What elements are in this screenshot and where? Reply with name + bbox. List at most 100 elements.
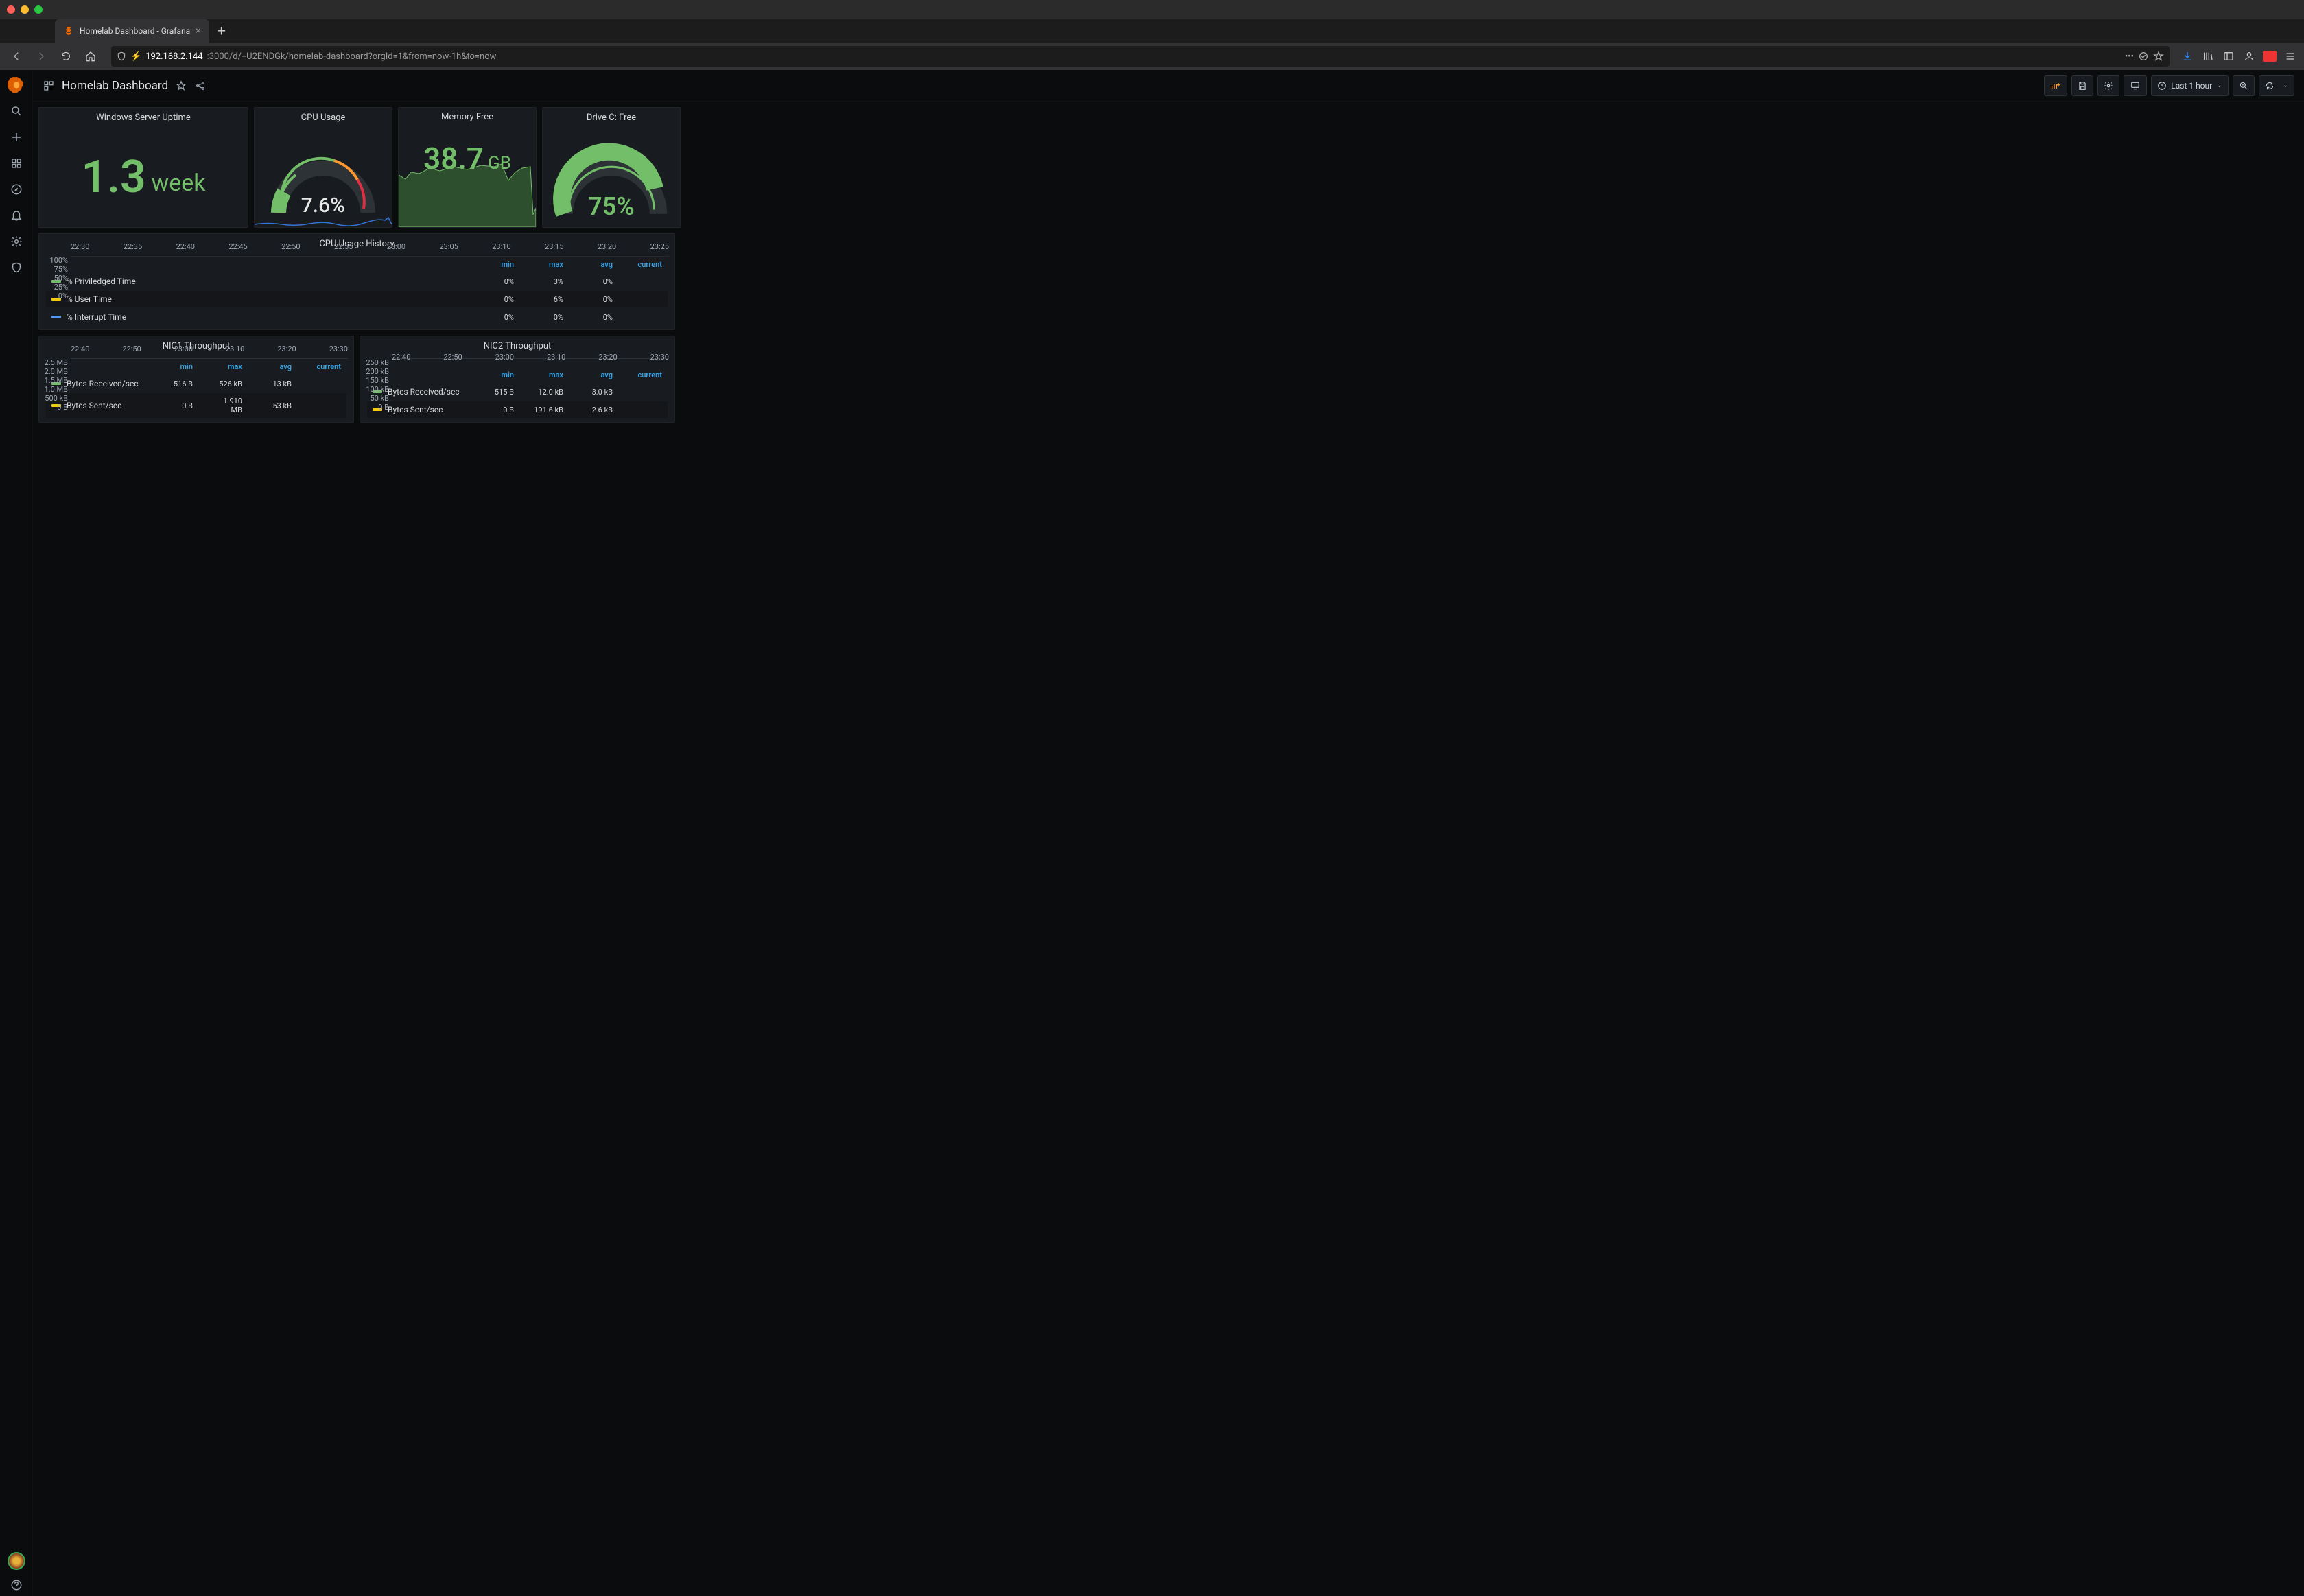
memory-value: 38.7 — [423, 141, 484, 176]
browser-tab[interactable]: Homelab Dashboard - Grafana × — [55, 19, 209, 43]
legend-row[interactable]: Bytes Received/sec515 B12.0 kB3.0 kB — [367, 384, 668, 400]
window-zoom-button[interactable] — [34, 5, 43, 14]
browser-toolbar: ⚡ 192.168.2.144 :3000/d/--U2ENDGk/homelab… — [0, 43, 2304, 70]
series-name: % Priviledged Time — [67, 277, 465, 286]
x-axis: 22:4022:5023:0023:1023:2023:30 — [71, 344, 348, 355]
dashboard-title[interactable]: Homelab Dashboard — [62, 79, 168, 93]
series-name: Bytes Received/sec — [388, 387, 465, 397]
grafana-app: Homelab Dashboard Last 1 hour⌄ ⌄ — [0, 70, 2304, 1596]
tab-close-icon[interactable]: × — [196, 25, 200, 36]
explore-icon[interactable] — [5, 178, 27, 200]
main-content: Homelab Dashboard Last 1 hour⌄ ⌄ — [33, 70, 2304, 1596]
cpu-sparkline — [255, 212, 392, 227]
dashboards-icon[interactable] — [5, 152, 27, 174]
legend-row[interactable]: Bytes Received/sec516 B526 kB13 kB — [46, 375, 346, 392]
share-icon[interactable] — [194, 80, 207, 92]
reload-button[interactable] — [56, 47, 75, 66]
y-axis: 100%75%50%25%0% — [40, 253, 71, 256]
account-icon[interactable] — [2242, 49, 2256, 63]
create-icon[interactable] — [5, 126, 27, 148]
series-name: % Interrupt Time — [67, 312, 465, 322]
window-minimize-button[interactable] — [21, 5, 29, 14]
settings-button[interactable] — [2097, 75, 2119, 96]
address-bar[interactable]: ⚡ 192.168.2.144 :3000/d/--U2ENDGk/homelab… — [111, 46, 2170, 67]
panel-cpu-gauge[interactable]: CPU Usage 7.6% — [254, 107, 392, 228]
star-icon[interactable] — [175, 80, 187, 92]
url-path: :3000/d/--U2ENDGk/homelab-dashboard?orgI… — [207, 51, 497, 62]
drive-value: 75% — [588, 192, 635, 221]
plot-area[interactable] — [71, 256, 669, 257]
refresh-button[interactable]: ⌄ — [2259, 75, 2294, 96]
library-icon[interactable] — [2201, 49, 2215, 63]
add-panel-button[interactable] — [2044, 75, 2067, 96]
home-button[interactable] — [81, 47, 100, 66]
new-tab-button[interactable]: + — [218, 23, 226, 40]
uptime-unit: week — [152, 169, 206, 197]
legend-table: minmaxavgcurrent Bytes Received/sec516 B… — [39, 355, 353, 422]
time-range-label: Last 1 hour — [2171, 81, 2212, 91]
panel-title: CPU Usage — [255, 108, 392, 127]
browser-window: Homelab Dashboard - Grafana × + ⚡ 192.16… — [0, 0, 2304, 1596]
toolbar-right — [2180, 49, 2297, 63]
legend-row[interactable]: % User Time0%6%0% — [46, 291, 668, 307]
dashboards-breadcrumb-icon[interactable] — [43, 80, 55, 92]
tv-mode-button[interactable] — [2124, 75, 2147, 96]
series-name: Bytes Received/sec — [67, 379, 143, 388]
alerting-icon[interactable] — [5, 204, 27, 226]
window-close-button[interactable] — [7, 5, 15, 14]
panel-title: Windows Server Uptime — [39, 108, 248, 127]
series-name: % User Time — [67, 294, 465, 304]
url-host: 192.168.2.144 — [145, 51, 202, 62]
extension-badge[interactable] — [2263, 51, 2277, 62]
site-identity-icon[interactable]: ⚡ — [130, 51, 141, 62]
downloads-icon[interactable] — [2180, 49, 2194, 63]
help-icon[interactable] — [5, 1574, 27, 1596]
panel-title: Memory Free — [399, 108, 536, 126]
tab-strip: Homelab Dashboard - Grafana × + — [0, 19, 2304, 43]
grafana-logo-icon[interactable] — [5, 74, 27, 96]
panel-nic2[interactable]: NIC2 Throughput 250 kB200 kB150 kB100 kB… — [360, 336, 675, 423]
grafana-favicon-icon — [63, 25, 74, 36]
x-axis: 22:4022:5023:0023:1023:2023:30 — [392, 353, 669, 364]
back-button[interactable] — [7, 47, 26, 66]
panel-drive-gauge[interactable]: Drive C: Free 75% — [542, 107, 681, 228]
legend-row[interactable]: Bytes Sent/sec0 B1.910 MB53 kB — [46, 393, 346, 418]
uptime-value: 1.3 — [81, 151, 145, 204]
meatball-icon[interactable]: ••• — [2125, 51, 2134, 62]
dashboard-grid: Windows Server Uptime 1.3 week CPU Usage — [33, 102, 2304, 428]
reader-icon[interactable] — [2138, 51, 2149, 62]
panel-memory[interactable]: Memory Free 38.7GB — [398, 107, 537, 228]
time-picker-button[interactable]: Last 1 hour⌄ — [2151, 75, 2228, 96]
y-axis: 2.5 MB2.0 MB1.5 MB1.0 MB500 kB0 B — [40, 355, 71, 358]
window-titlebar — [0, 0, 2304, 19]
panel-cpu-history[interactable]: CPU Usage History 100%75%50%25%0% 22:302… — [38, 233, 675, 330]
legend-table: minmaxavgcurrent % Priviledged Time0%3%0… — [39, 253, 674, 329]
panel-nic1[interactable]: NIC1 Throughput 2.5 MB2.0 MB1.5 MB1.0 MB… — [38, 336, 354, 423]
y-axis: 250 kB200 kB150 kB100 kB50 kB0 B — [362, 355, 392, 358]
memory-unit: GB — [488, 153, 511, 174]
series-name: Bytes Sent/sec — [67, 401, 143, 410]
server-admin-icon[interactable] — [5, 257, 27, 279]
side-nav — [0, 70, 33, 1596]
series-name: Bytes Sent/sec — [388, 405, 465, 414]
bookmark-star-icon[interactable] — [2153, 51, 2164, 62]
panel-uptime[interactable]: Windows Server Uptime 1.3 week — [38, 107, 248, 228]
sidebar-icon[interactable] — [2222, 49, 2235, 63]
panel-title: Drive C: Free — [543, 108, 680, 127]
menu-icon[interactable] — [2283, 49, 2297, 63]
search-icon[interactable] — [5, 100, 27, 122]
x-axis: 22:3022:3522:4022:4522:5022:5523:0023:05… — [71, 242, 669, 253]
plot-area[interactable] — [71, 358, 348, 359]
legend-row[interactable]: % Priviledged Time0%3%0% — [46, 273, 668, 290]
forward-button[interactable] — [32, 47, 51, 66]
tab-title: Homelab Dashboard - Grafana — [80, 26, 190, 36]
legend-table: minmaxavgcurrent Bytes Received/sec515 B… — [360, 364, 674, 422]
user-avatar[interactable] — [8, 1552, 25, 1570]
zoom-out-button[interactable] — [2233, 75, 2255, 96]
save-button[interactable] — [2071, 75, 2093, 96]
legend-row[interactable]: % Interrupt Time0%0%0% — [46, 309, 668, 325]
shield-icon[interactable] — [117, 51, 126, 61]
legend-row[interactable]: Bytes Sent/sec0 B191.6 kB2.6 kB — [367, 401, 668, 418]
configuration-icon[interactable] — [5, 231, 27, 253]
series-swatch — [51, 316, 61, 318]
